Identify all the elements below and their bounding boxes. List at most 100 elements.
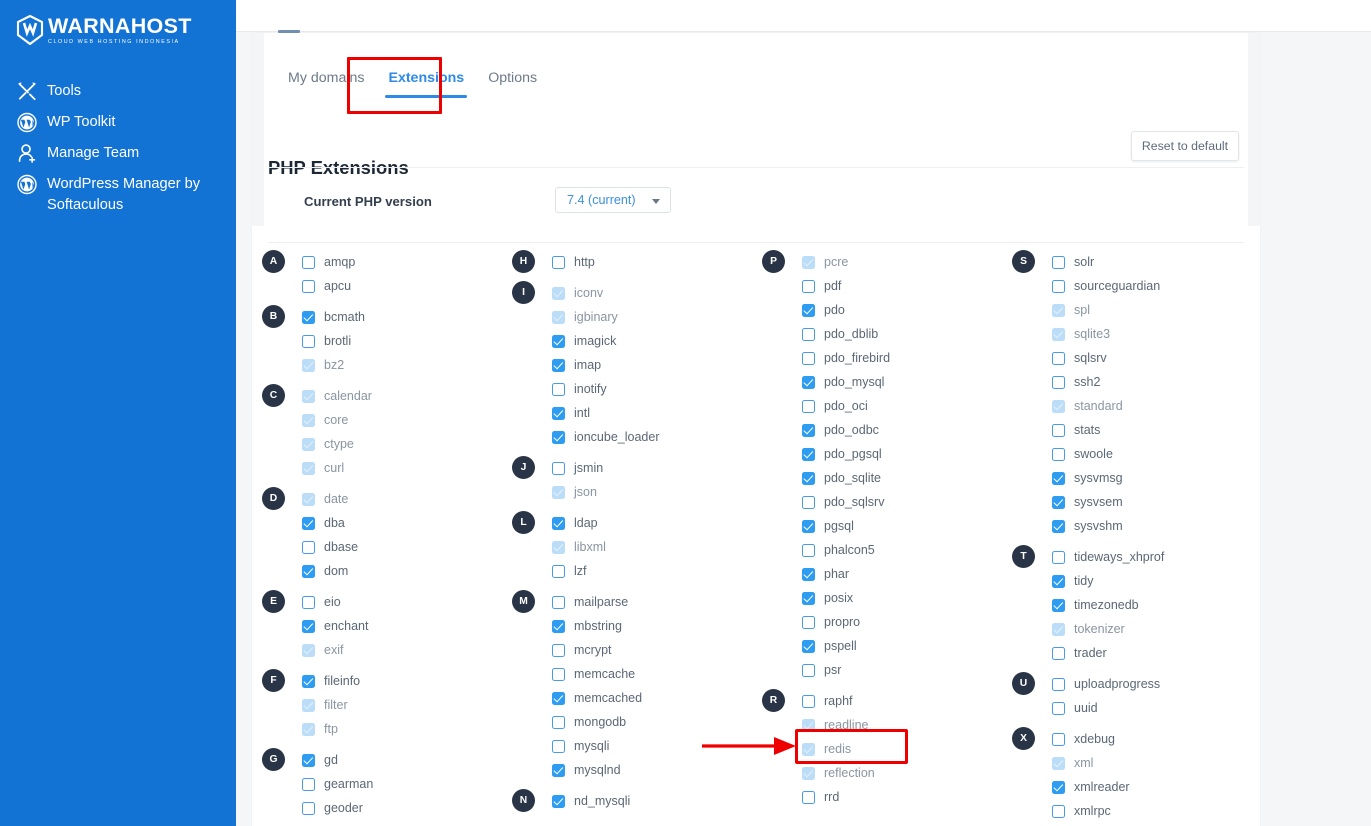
checkbox-off[interactable]: [802, 495, 815, 509]
checkbox-off[interactable]: [552, 255, 565, 269]
checkbox-off[interactable]: [802, 694, 815, 708]
extension-row[interactable]: pdo_odbc: [752, 418, 1002, 442]
checkbox-on[interactable]: [552, 794, 565, 808]
checkbox-on[interactable]: [802, 639, 815, 653]
extension-row[interactable]: uuid: [1002, 696, 1260, 720]
checkbox-on[interactable]: [802, 423, 815, 437]
checkbox-on[interactable]: [802, 471, 815, 485]
checkbox-on[interactable]: [802, 375, 815, 389]
checkbox-on[interactable]: [802, 591, 815, 605]
checkbox-off[interactable]: [302, 595, 315, 609]
checkbox-off[interactable]: [552, 667, 565, 681]
checkbox-off[interactable]: [302, 334, 315, 348]
checkbox-off[interactable]: [552, 715, 565, 729]
checkbox-on[interactable]: [552, 406, 565, 420]
extension-row[interactable]: amqp: [252, 250, 502, 274]
checkbox-off[interactable]: [802, 790, 815, 804]
checkbox-off[interactable]: [1052, 646, 1065, 660]
extension-row[interactable]: brotli: [252, 329, 502, 353]
checkbox-on[interactable]: [802, 303, 815, 317]
checkbox-on[interactable]: [302, 674, 315, 688]
extension-row[interactable]: lzf: [502, 559, 752, 583]
extension-row[interactable]: eio: [252, 590, 502, 614]
checkbox-off[interactable]: [552, 643, 565, 657]
checkbox-off[interactable]: [552, 595, 565, 609]
checkbox-off[interactable]: [552, 461, 565, 475]
extension-row[interactable]: pdf: [752, 274, 1002, 298]
extension-row[interactable]: timezonedb: [1002, 593, 1260, 617]
checkbox-off[interactable]: [552, 739, 565, 753]
checkbox-on[interactable]: [1052, 495, 1065, 509]
checkbox-off[interactable]: [1052, 351, 1065, 365]
checkbox-on[interactable]: [1052, 780, 1065, 794]
extension-row[interactable]: pdo_dblib: [752, 322, 1002, 346]
checkbox-off[interactable]: [802, 279, 815, 293]
checkbox-on[interactable]: [1052, 598, 1065, 612]
checkbox-on[interactable]: [552, 516, 565, 530]
extension-row[interactable]: xdebug: [1002, 727, 1260, 751]
extension-row[interactable]: pspell: [752, 634, 1002, 658]
checkbox-on[interactable]: [302, 310, 315, 324]
extension-row[interactable]: dba: [252, 511, 502, 535]
extension-row[interactable]: http: [502, 250, 752, 274]
checkbox-off[interactable]: [1052, 375, 1065, 389]
checkbox-off[interactable]: [302, 801, 315, 815]
extension-row[interactable]: memcached: [502, 686, 752, 710]
checkbox-off[interactable]: [1052, 447, 1065, 461]
checkbox-off[interactable]: [552, 382, 565, 396]
checkbox-off[interactable]: [802, 327, 815, 341]
checkbox-on[interactable]: [552, 619, 565, 633]
checkbox-on[interactable]: [552, 763, 565, 777]
tab-extensions[interactable]: Extensions: [376, 60, 476, 98]
checkbox-on[interactable]: [802, 519, 815, 533]
extension-row[interactable]: enchant: [252, 614, 502, 638]
extension-row[interactable]: posix: [752, 586, 1002, 610]
extension-row[interactable]: pdo_oci: [752, 394, 1002, 418]
extension-row[interactable]: imap: [502, 353, 752, 377]
extension-row[interactable]: phar: [752, 562, 1002, 586]
checkbox-on[interactable]: [1052, 574, 1065, 588]
extension-row[interactable]: ssh2: [1002, 370, 1260, 394]
extension-row[interactable]: swoole: [1002, 442, 1260, 466]
extension-row[interactable]: bcmath: [252, 305, 502, 329]
extension-row[interactable]: mbstring: [502, 614, 752, 638]
sidebar-item-wordpress-manager[interactable]: WordPress Manager by Softaculous: [0, 169, 236, 221]
extension-row[interactable]: inotify: [502, 377, 752, 401]
extension-row[interactable]: sysvsem: [1002, 490, 1260, 514]
extension-row[interactable]: phalcon5: [752, 538, 1002, 562]
extension-row[interactable]: ldap: [502, 511, 752, 535]
extension-row[interactable]: sqlsrv: [1002, 346, 1260, 370]
extension-row[interactable]: mongodb: [502, 710, 752, 734]
checkbox-on[interactable]: [1052, 471, 1065, 485]
extension-row[interactable]: pdo_sqlsrv: [752, 490, 1002, 514]
extension-row[interactable]: pdo: [752, 298, 1002, 322]
checkbox-on[interactable]: [552, 334, 565, 348]
checkbox-off[interactable]: [1052, 677, 1065, 691]
extension-row[interactable]: tidy: [1002, 569, 1260, 593]
checkbox-off[interactable]: [1052, 279, 1065, 293]
checkbox-off[interactable]: [1052, 550, 1065, 564]
extension-row[interactable]: xmlrpc: [1002, 799, 1260, 823]
extension-row[interactable]: nd_mysqli: [502, 789, 752, 813]
extension-row[interactable]: pdo_pgsql: [752, 442, 1002, 466]
brand-logo[interactable]: WARNAHOST CLOUD WEB HOSTING INDONESIA: [16, 15, 192, 47]
page-scrollbar[interactable]: [1359, 0, 1371, 826]
extension-row[interactable]: stats: [1002, 418, 1260, 442]
extension-row[interactable]: memcache: [502, 662, 752, 686]
extension-row[interactable]: gearman: [252, 772, 502, 796]
extension-row[interactable]: tideways_xhprof: [1002, 545, 1260, 569]
sidebar-item-manage-team[interactable]: Manage Team: [0, 138, 236, 169]
extension-row[interactable]: intl: [502, 401, 752, 425]
checkbox-off[interactable]: [552, 564, 565, 578]
extension-row[interactable]: fileinfo: [252, 669, 502, 693]
extension-row[interactable]: sysvshm: [1002, 514, 1260, 538]
extension-row[interactable]: mailparse: [502, 590, 752, 614]
extension-row[interactable]: apcu: [252, 274, 502, 298]
checkbox-on[interactable]: [302, 516, 315, 530]
checkbox-off[interactable]: [1052, 701, 1065, 715]
checkbox-off[interactable]: [302, 540, 315, 554]
extension-row[interactable]: dbase: [252, 535, 502, 559]
checkbox-on[interactable]: [552, 358, 565, 372]
checkbox-off[interactable]: [802, 615, 815, 629]
extension-row[interactable]: psr: [752, 658, 1002, 682]
